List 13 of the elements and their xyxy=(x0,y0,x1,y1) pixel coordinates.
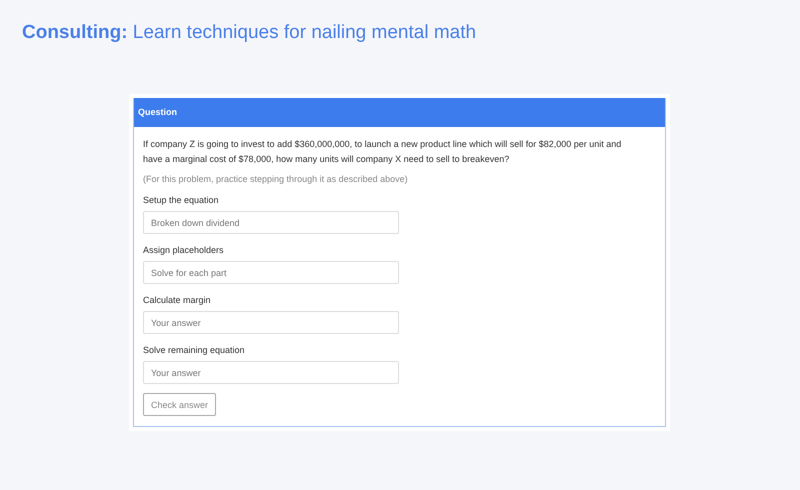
check-answer-button[interactable]: Check answer xyxy=(143,393,216,416)
question-text: If company Z is going to invest to add $360,000,000, to launch a new product line which will sell for $82,000 per unit and have a marginal cost of $78,000, how many units will company X need to sell to breakeven? xyxy=(143,138,622,166)
input-field[interactable]: Broken down dividend xyxy=(143,211,399,234)
field-label: Setup the equation xyxy=(143,195,220,205)
input-field[interactable]: Your answer xyxy=(143,311,399,334)
note-text: (For this problem, practice stepping through it as described above) xyxy=(143,174,409,184)
field-label: Calculate margin xyxy=(143,295,212,305)
field-label: Solve remaining equation xyxy=(143,345,246,355)
input-field[interactable]: Your answer xyxy=(143,361,399,384)
page-title: Consulting: Learn techniques for nailing mental math xyxy=(22,22,476,44)
field-label: Assign placeholders xyxy=(143,245,225,255)
input-field[interactable]: Solve for each part xyxy=(143,261,399,284)
panel-heading: Question xyxy=(138,107,178,117)
